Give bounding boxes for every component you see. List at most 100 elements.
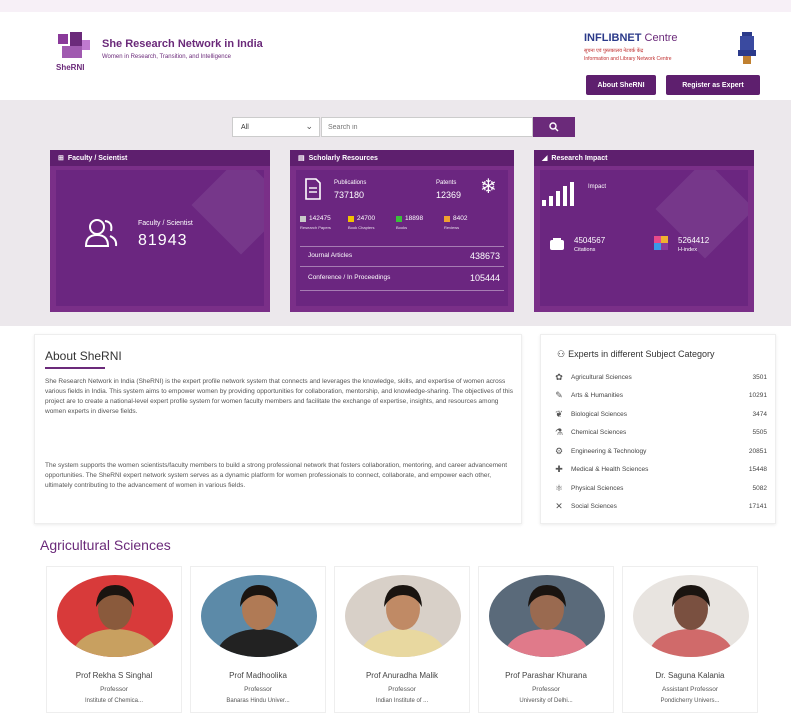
inflibnet-logo[interactable]: INFLIBNET Centre (584, 32, 678, 44)
stat-label: Research Papers (300, 225, 331, 230)
stat-value: 18898 (405, 215, 424, 222)
about-paragraph-2: The system supports the women scientists… (45, 462, 508, 489)
publications-count: 737180 (334, 190, 365, 200)
conference-count: 105444 (469, 273, 500, 283)
faculty-card[interactable]: ⊞ Faculty / Scientist Faculty / Scientis… (50, 150, 270, 312)
site-header: SheRNI She Research Network in India Wom… (0, 12, 791, 100)
decorative-diamond (655, 170, 748, 259)
impact-card-body: Impact 4504567 Citations 5264412 H-index (540, 170, 748, 306)
expert-category-row[interactable]: ✚ Medical & Health Sciences 15448 (553, 462, 767, 478)
expert-category-row[interactable]: ⚛ Physical Sciences 5082 (553, 480, 767, 496)
expert-institution: Banaras Hindu Univer... (226, 698, 290, 704)
profile-photo (489, 575, 605, 657)
section-title: Agricultural Sciences (40, 537, 171, 553)
category-count: 17141 (748, 503, 767, 510)
stat-label: Books (396, 225, 408, 230)
search-input[interactable] (321, 117, 533, 137)
search-icon (549, 122, 559, 132)
brand-title: She Research Network in India (102, 38, 263, 50)
category-count: 10291 (748, 392, 767, 399)
category-label: Arts & Humanities (571, 392, 624, 399)
category-label: Biological Sciences (571, 410, 628, 418)
search-button[interactable] (533, 117, 575, 137)
profile-photo (57, 575, 173, 657)
agriculture-icon: ✿ (555, 371, 563, 382)
atom-icon: ⚛ (554, 482, 564, 493)
hindex-count: 5264412 (678, 236, 710, 245)
top-strip (0, 0, 791, 12)
expert-category-row[interactable]: ✎ Arts & Humanities 10291 (553, 388, 767, 404)
expert-profile-card[interactable]: Prof Madhoolika Professor Banaras Hindu Un… (190, 566, 326, 713)
expert-profile-card[interactable]: Prof Parashar Khurana Professor University… (478, 566, 614, 713)
expert-category-row[interactable]: ✕ Social Sciences 17141 (553, 499, 767, 515)
person-silhouette (649, 585, 733, 657)
person-silhouette (505, 585, 589, 657)
expert-role: Professor (388, 686, 416, 693)
citations-count: 4504567 (574, 236, 606, 245)
people-icon: ⚇ (557, 349, 566, 359)
faculty-card-body: Faculty / Scientist 81943 (56, 170, 264, 306)
expert-profile-card[interactable]: Prof Anuradha Malik Professor Indian Insti… (334, 566, 470, 713)
divider (300, 246, 504, 247)
category-count: 15448 (748, 466, 767, 473)
resources-card-header: ▤ Scholarly Resources (290, 150, 514, 166)
expert-institution: Institute of Chemica... (84, 698, 144, 704)
leaf-icon: ❦ (555, 408, 563, 419)
category-count: 3474 (752, 410, 767, 418)
expert-category-row[interactable]: ❦ Biological Sciences 3474 (553, 406, 767, 422)
divider (300, 266, 504, 267)
expert-profile-card[interactable]: Dr. Saguna Kalania Assistant Professor Pon… (622, 566, 758, 713)
faculty-count: 81943 (138, 232, 188, 249)
expert-role: Professor (532, 686, 560, 693)
conference-label: Conference / In Proceedings (308, 274, 391, 281)
citations-label: Citations (574, 247, 596, 253)
category-label: Agricultural Sciences (571, 373, 632, 381)
resources-card-title: Scholarly Resources (308, 154, 378, 162)
expert-name: Prof Anuradha Malik (365, 671, 439, 680)
expert-profile-card[interactable]: Prof Rekha S Singhal Professor Institute o… (46, 566, 182, 713)
category-count: 3501 (752, 373, 767, 381)
register-expert-button[interactable]: Register as Expert (666, 75, 760, 95)
experts-title: ⚇ Experts in different Subject Category (557, 349, 715, 360)
citation-icon (550, 238, 564, 250)
stat-color-swatch (348, 216, 354, 222)
expert-institution: University of Delhi... (519, 698, 573, 704)
profile-photo (345, 575, 461, 657)
experts-panel: ⚇ Experts in different Subject Category ✿… (540, 334, 776, 524)
journal-label: Journal Articles (308, 252, 353, 259)
chevron-down-icon: ⌄ (305, 121, 313, 131)
impact-card-header: ◢ Research Impact (534, 150, 754, 166)
expert-category-row[interactable]: ⚙ Engineering & Technology 20851 (553, 443, 767, 459)
search-category-value: All (241, 123, 249, 131)
about-paragraph-1: She Research Network in India (SheRNI) i… (45, 378, 513, 415)
about-sherni-button[interactable]: About SheRNI (586, 75, 656, 95)
sherni-logo[interactable]: SheRNI (52, 30, 96, 74)
expert-category-row[interactable]: ✿ Agricultural Sciences 3501 (553, 369, 767, 385)
faculty-card-title: Faculty / Scientist (67, 154, 128, 162)
gear-icon: ⚙ (554, 445, 564, 456)
person-silhouette (361, 585, 445, 657)
expert-name: Dr. Saguna Kalania (655, 671, 725, 680)
expert-name: Prof Madhoolika (229, 671, 287, 680)
faculty-label: Faculty / Scientist (138, 220, 193, 227)
impact-card[interactable]: ◢ Research Impact Impact 4504567 Citatio… (534, 150, 754, 312)
category-count: 20851 (748, 447, 767, 455)
search-category-select[interactable]: All ⌄ (232, 117, 320, 137)
expert-role: Assistant Professor (662, 686, 718, 693)
logo-text: SheRNI (56, 63, 84, 72)
expert-name: Prof Parashar Khurana (505, 671, 587, 680)
expert-category-row[interactable]: ⚗ Chemical Sciences 5505 (553, 425, 767, 441)
inflibnet-centre: Centre (644, 32, 678, 44)
arts-icon: ✎ (555, 390, 563, 400)
patents-count: 12369 (436, 190, 462, 200)
about-section: About SheRNI She Research Network in Ind… (34, 334, 522, 524)
resources-card[interactable]: ▤ Scholarly Resources Publications 73718… (290, 150, 514, 312)
category-count: 5505 (752, 429, 767, 436)
stat-color-swatch (444, 216, 450, 222)
flask-icon: ⚗ (554, 427, 564, 437)
document-icon (305, 178, 321, 200)
stat-color-swatch (396, 216, 402, 222)
hindex-icon (654, 236, 668, 250)
journal-count: 438673 (469, 251, 500, 261)
social-icon: ✕ (555, 501, 563, 511)
